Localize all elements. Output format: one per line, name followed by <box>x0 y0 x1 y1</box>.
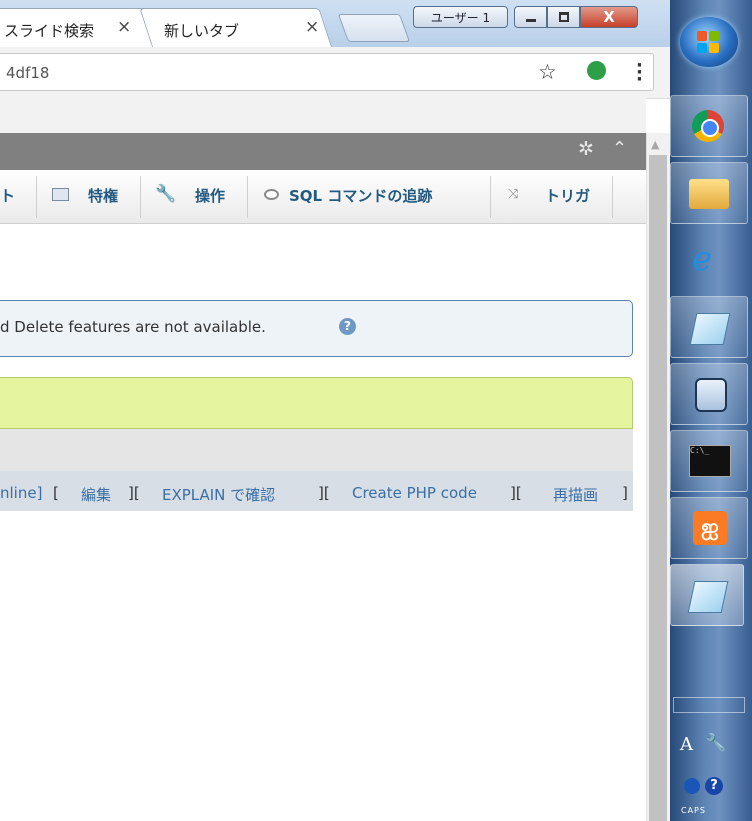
menu-divider <box>247 176 248 218</box>
taskbar-notepad[interactable] <box>670 296 748 358</box>
tab-sql-tracking[interactable]: SQL コマンドの追跡 <box>289 170 432 223</box>
xampp-icon: ஐ <box>693 511 727 545</box>
taskbar-cmd[interactable]: C:\_ <box>670 430 748 492</box>
address-text[interactable]: 4df18 <box>6 64 49 82</box>
caps-lock-indicator: CAPS <box>681 806 706 815</box>
tab-privileges[interactable]: 特権 <box>88 170 118 223</box>
bookmarks-bar <box>0 98 646 133</box>
notepad-icon <box>687 581 729 613</box>
minimize-button[interactable] <box>514 6 547 28</box>
close-window-button[interactable]: X <box>580 6 638 28</box>
bracket: ][ <box>128 484 140 502</box>
tab-close-icon[interactable]: × <box>305 17 319 37</box>
scroll-up-arrow-icon[interactable]: ▲ <box>651 138 659 151</box>
menu-kebab-icon[interactable]: · · · <box>636 57 643 89</box>
ime-pad-icon[interactable] <box>684 778 700 794</box>
taskbar-scroll-arrows[interactable] <box>673 697 745 713</box>
edit-link[interactable]: 編集 <box>81 484 111 505</box>
help-icon[interactable]: ? <box>705 777 723 795</box>
gear-icon[interactable]: ✲ <box>578 138 594 160</box>
taskbar-ie[interactable]: e <box>670 229 748 291</box>
bracket: ][ <box>318 484 330 502</box>
pma-topbar <box>0 133 646 170</box>
minimize-icon <box>526 19 536 22</box>
profile-button[interactable]: ユーザー 1 <box>413 6 508 28</box>
taskbar-chrome[interactable] <box>670 95 748 157</box>
privileges-icon <box>52 188 69 201</box>
tab-slide-search-label: スライド検索 <box>4 22 95 40</box>
tab-triggers[interactable]: トリガ <box>545 170 590 223</box>
triggers-icon: ⤨ <box>508 187 519 202</box>
folder-icon <box>689 179 729 209</box>
explain-link[interactable]: EXPLAIN で確認 <box>162 484 275 505</box>
menu-divider <box>36 176 37 218</box>
taskbar-xampp[interactable]: ஐ <box>670 497 748 559</box>
bracket: ] <box>622 484 628 502</box>
wrench-icon: 🔧 <box>155 184 177 204</box>
ime-mode-icon[interactable]: A <box>680 734 693 755</box>
sql-query-box <box>0 429 633 471</box>
create-php-link[interactable]: Create PHP code <box>352 484 477 502</box>
bracket: ][ <box>510 484 522 502</box>
refresh-link[interactable]: 再描画 <box>553 484 598 505</box>
bookmark-star-icon[interactable]: ☆ <box>538 60 557 84</box>
cube-icon <box>695 378 727 412</box>
maximize-icon <box>559 12 569 22</box>
inline-edit-link[interactable]: nline] <box>0 484 42 502</box>
collapse-icon[interactable]: ⌃ <box>612 138 627 159</box>
taskbar-explorer[interactable] <box>670 162 748 224</box>
menu-divider <box>612 176 613 218</box>
tab-close-icon[interactable]: × <box>117 17 131 37</box>
taskbar-notepad-active[interactable] <box>670 564 744 626</box>
new-tab-button[interactable] <box>337 14 411 42</box>
eye-icon <box>264 189 279 200</box>
extension-icon[interactable] <box>587 61 606 80</box>
start-button-icon[interactable] <box>680 17 738 67</box>
menu-divider <box>490 176 491 218</box>
notepad-icon <box>689 313 731 345</box>
ime-tools-icon[interactable]: 🔧 <box>705 733 726 753</box>
success-message <box>0 377 633 429</box>
scrollbar-thumb[interactable] <box>649 155 667 821</box>
menu-divider <box>140 176 141 218</box>
help-icon[interactable]: ? <box>339 318 356 335</box>
bracket: [ <box>53 484 59 502</box>
command-prompt-icon: C:\_ <box>689 445 731 477</box>
taskbar-virtualbox[interactable] <box>670 363 748 425</box>
maximize-button[interactable] <box>547 6 580 28</box>
notice-text: d Delete features are not available. <box>0 318 266 336</box>
tab-new-label: 新しいタブ <box>164 22 240 40</box>
tab-export[interactable]: ト <box>0 170 15 223</box>
internet-explorer-icon: e <box>692 239 713 279</box>
tab-operations[interactable]: 操作 <box>195 170 225 223</box>
